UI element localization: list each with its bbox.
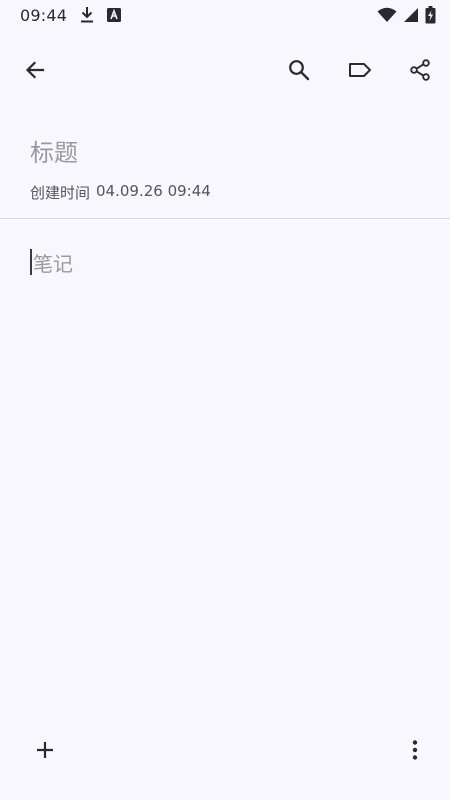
wifi-icon (377, 7, 397, 23)
search-icon (289, 60, 310, 81)
note-input[interactable]: 笔记 (30, 244, 420, 280)
note-editor-screen: 09:44 标题 创建时间 04.09.26 09:44 笔记 (0, 0, 450, 800)
more-options-button[interactable] (391, 726, 439, 774)
created-time: 创建时间 04.09.26 09:44 (30, 182, 211, 203)
top-app-bar (0, 40, 450, 100)
text-caret (30, 249, 32, 275)
search-button[interactable] (275, 46, 323, 94)
battery-icon (425, 6, 436, 24)
share-icon (410, 59, 430, 81)
download-icon (79, 6, 95, 24)
status-time: 09:44 (20, 5, 68, 25)
add-button[interactable] (21, 726, 69, 774)
arrow-left-icon (25, 61, 45, 79)
bottom-app-bar (0, 720, 450, 780)
back-button[interactable] (11, 46, 59, 94)
label-icon (349, 63, 371, 77)
title-input[interactable]: 标题 (30, 130, 420, 170)
divider (0, 218, 450, 219)
created-timestamp: 04.09.26 09:44 (96, 182, 211, 200)
status-indicators (377, 6, 436, 24)
share-button[interactable] (396, 46, 444, 94)
created-label: 创建时间 (30, 184, 91, 202)
title-placeholder: 标题 (30, 138, 78, 167)
status-bar: 09:44 (0, 0, 450, 30)
signal-icon (403, 7, 419, 23)
label-button[interactable] (336, 46, 384, 94)
app-a-icon (107, 8, 122, 22)
note-placeholder: 笔记 (33, 251, 73, 276)
plus-icon (37, 742, 53, 758)
more-vertical-icon (412, 740, 418, 760)
